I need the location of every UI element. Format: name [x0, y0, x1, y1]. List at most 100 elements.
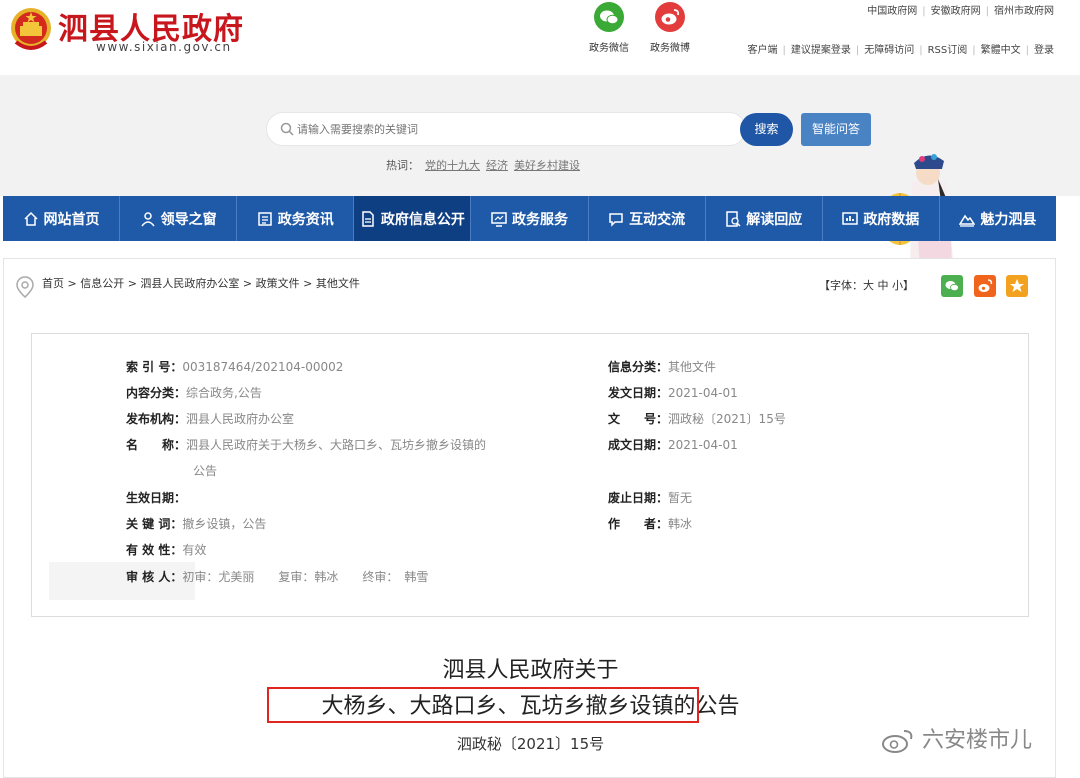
nav-home[interactable]: 网站首页 — [3, 196, 121, 241]
meta-key: 废止日期： — [608, 491, 669, 505]
hot-word-link[interactable]: 党的十九大 — [425, 159, 480, 172]
document-icon — [362, 210, 374, 227]
link-rss[interactable]: RSS订阅 — [928, 45, 968, 56]
watermark: 六安楼市儿 — [880, 722, 1032, 754]
meta-key: 有 效 性： — [126, 543, 183, 557]
share-weibo-button[interactable] — [974, 275, 996, 297]
news-icon — [258, 211, 272, 226]
nav-info-disclosure[interactable]: 政府信息公开 — [354, 196, 472, 241]
nav-label: 解读回应 — [746, 211, 803, 228]
chat-icon — [609, 212, 623, 227]
meta-value: 003187464/202104-00002 — [182, 360, 344, 374]
meta-value: 暂无 — [668, 491, 693, 505]
share-wechat-button[interactable] — [941, 275, 963, 297]
meta-row: 作 者：韩冰 — [608, 515, 692, 532]
meta-key: 审 核 人： — [126, 570, 183, 584]
monitor-icon — [491, 211, 507, 227]
meta-value: 其他文件 — [668, 360, 717, 374]
top-links: 中国政府网 | 安徽政府网 | 宿州市政府网 — [867, 6, 1054, 17]
meta-key: 内容分类： — [126, 386, 187, 400]
wechat-icon — [594, 2, 624, 32]
main-nav: 网站首页 领导之窗 政务资讯 政府信息公开 政务服务 互动交流 解读回应 政府数… — [3, 196, 1056, 241]
weibo-icon — [655, 2, 685, 32]
meta-row: 生效日期： — [126, 489, 186, 506]
nav-leaders[interactable]: 领导之窗 — [120, 196, 238, 241]
hot-word-link[interactable]: 经济 — [486, 159, 508, 172]
meta-row: 有 效 性：有效 — [126, 541, 206, 558]
meta-row: 索 引 号：003187464/202104-00002 — [126, 358, 343, 375]
nav-label: 政府信息公开 — [380, 211, 465, 228]
weibo-icon — [882, 730, 913, 753]
meta-key: 关 键 词： — [126, 517, 183, 531]
wechat-icon — [945, 281, 959, 292]
nav-gov-data[interactable]: 政府数据 — [823, 196, 940, 241]
meta-row: 信息分类：其他文件 — [608, 358, 716, 375]
link-accessibility[interactable]: 无障碍访问 — [864, 45, 914, 56]
link-gov-cn[interactable]: 中国政府网 — [867, 6, 917, 17]
meta-row-continued: 公告 — [193, 462, 217, 479]
meta-key: 作 者： — [608, 517, 669, 531]
meta-row: 发文日期：2021-04-01 — [608, 384, 738, 401]
weibo-link[interactable]: 政务微博 — [642, 2, 698, 54]
meta-key: 发文日期： — [608, 386, 669, 400]
meta-row: 名 称：泗县人民政府关于大杨乡、大路口乡、瓦坊乡撤乡设镇的 — [126, 436, 486, 453]
nav-label: 领导之窗 — [160, 211, 217, 228]
nav-label: 互动交流 — [629, 211, 686, 228]
search-button[interactable]: 搜索 — [740, 113, 793, 146]
nav-label: 魅力泗县 — [980, 211, 1037, 228]
meta-key: 文 号： — [608, 412, 669, 426]
meta-key: 名 称： — [126, 438, 187, 452]
meta-row: 发布机构：泗县人民政府办公室 — [126, 410, 294, 427]
top-header: 泗县人民政府 www.sixian.gov.cn 政务微信 政务微博 中国政府网… — [0, 0, 1080, 75]
meta-value: 韩冰 — [668, 517, 693, 531]
meta-key: 生效日期： — [126, 491, 187, 505]
meta-key: 成文日期： — [608, 438, 669, 452]
meta-key: 信息分类： — [608, 360, 669, 374]
location-pin-icon — [16, 276, 34, 298]
link-suzhou-gov[interactable]: 宿州市政府网 — [994, 6, 1054, 17]
font-size-control[interactable]: 【字体：大 中 小】 — [819, 277, 914, 293]
wechat-link[interactable]: 政务微信 — [581, 2, 637, 54]
meta-value: 泗县人民政府关于大杨乡、大路口乡、瓦坊乡撤乡设镇的 — [186, 438, 487, 452]
nav-label: 网站首页 — [43, 211, 100, 228]
meta-value: 2021-04-01 — [668, 386, 738, 400]
link-anhui-gov[interactable]: 安徽政府网 — [931, 6, 981, 17]
link-login[interactable]: 登录 — [1034, 45, 1054, 56]
nav-services[interactable]: 政务服务 — [471, 196, 589, 241]
search-input[interactable] — [297, 120, 697, 138]
chart-icon — [842, 211, 859, 225]
nav-label: 政府数据 — [863, 211, 920, 228]
star-icon — [1010, 279, 1024, 292]
search-doc-icon — [726, 210, 741, 227]
hot-words: 热词： 党的十九大 经济 美好乡村建设 — [386, 157, 580, 173]
weibo-icon — [978, 279, 993, 292]
link-traditional-chinese[interactable]: 繁體中文 — [981, 45, 1021, 56]
link-proposal-login[interactable]: 建议提案登录 — [791, 45, 851, 56]
meta-value: 泗政秘〔2021〕15号 — [668, 412, 786, 426]
link-client[interactable]: 客户端 — [747, 45, 777, 56]
nav-interpretation[interactable]: 解读回应 — [706, 196, 823, 241]
hot-word-link[interactable]: 美好乡村建设 — [514, 159, 580, 172]
smart-qa-button[interactable]: 智能问答 — [801, 113, 871, 146]
wechat-label: 政务微信 — [589, 43, 629, 54]
utility-links: 客户端 | 建议提案登录 | 无障碍访问 | RSS订阅 | 繁體中文 | 登录 — [747, 45, 1054, 56]
mountain-icon — [959, 214, 976, 227]
breadcrumb[interactable]: 首页 > 信息公开 > 泗县人民政府办公室 > 政策文件 > 其他文件 — [42, 275, 360, 291]
meta-row: 成文日期：2021-04-01 — [608, 436, 738, 453]
meta-value: 撤乡设镇，公告 — [182, 517, 267, 531]
search-box — [266, 112, 746, 146]
meta-value: 2021-04-01 — [668, 438, 738, 452]
meta-value: 综合政务,公告 — [186, 386, 262, 400]
document-title-line1: 泗县人民政府关于 — [442, 658, 619, 683]
nav-interaction[interactable]: 互动交流 — [589, 196, 706, 241]
search-icon — [280, 122, 294, 136]
meta-row: 废止日期：暂无 — [608, 489, 692, 506]
nav-charm-sixian[interactable]: 魅力泗县 — [940, 196, 1056, 241]
nav-news[interactable]: 政务资讯 — [237, 196, 355, 241]
favorite-button[interactable] — [1006, 275, 1028, 297]
meta-value: 泗县人民政府办公室 — [186, 412, 295, 426]
meta-key: 索 引 号： — [126, 360, 183, 374]
meta-row: 关 键 词：撤乡设镇，公告 — [126, 515, 266, 532]
national-emblem-icon — [11, 8, 51, 50]
site-url: www.sixian.gov.cn — [96, 40, 232, 54]
